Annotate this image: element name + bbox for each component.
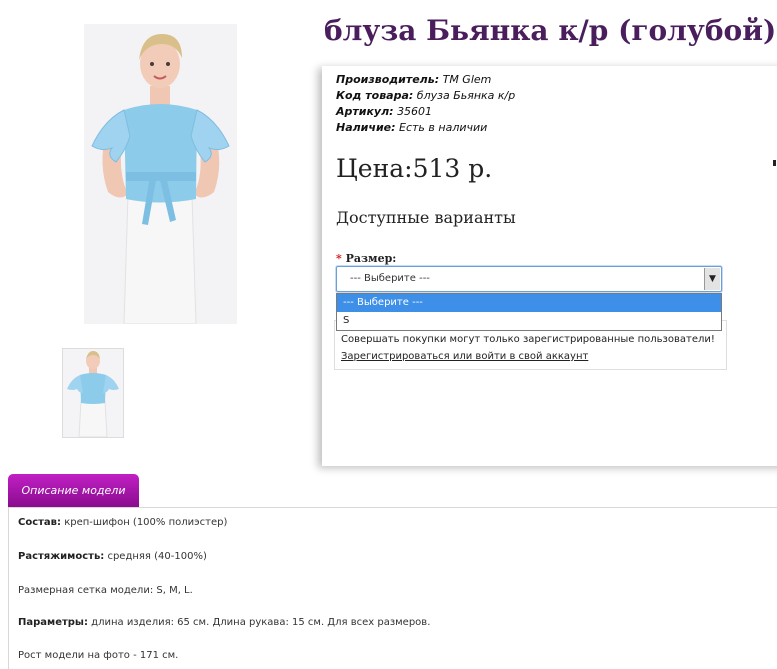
size-select-value: --- Выберите --- (350, 273, 430, 284)
required-mark: * (336, 252, 342, 265)
description-parameters: Параметры: длина изделия: 65 см. Длина р… (18, 617, 431, 628)
description-composition: Состав: креп-шифон (100% полиэстер) (18, 517, 228, 528)
chevron-down-icon[interactable]: ▼ (704, 268, 720, 290)
size-option-s[interactable]: S (337, 312, 721, 330)
description-stretch: Растяжимость: средняя (40-100%) (18, 551, 207, 562)
description-model-height: Рост модели на фото - 171 см. (18, 650, 179, 661)
description-panel: Состав: креп-шифон (100% полиэстер) Раст… (8, 507, 777, 669)
product-main-image[interactable] (84, 24, 237, 324)
edge-marker (773, 160, 776, 166)
meta-article: Артикул: 35601 (336, 105, 433, 118)
product-price: Цена:513 р. (336, 154, 493, 183)
product-thumbnail[interactable] (62, 348, 124, 438)
size-label: * Размер: (336, 252, 397, 265)
register-login-link[interactable]: Зарегистрироваться или войти в свой акка… (341, 351, 588, 362)
meta-availability: Наличие: Есть в наличии (336, 121, 488, 134)
size-option-placeholder[interactable]: --- Выберите --- (337, 294, 721, 312)
tab-description[interactable]: Описание модели (8, 474, 139, 507)
meta-product-code: Код товара: блуза Бьянка к/р (336, 89, 516, 102)
description-size-grid: Размерная сетка модели: S, M, L. (18, 585, 193, 596)
product-title: блуза Бьянка к/р (голубой) (324, 14, 777, 47)
size-dropdown-list: --- Выберите --- S (336, 293, 722, 331)
thumbnail-photo (63, 349, 123, 437)
product-meta: Производитель: TM Glem Код товара: блуза… (336, 72, 515, 136)
product-info-panel: Производитель: TM Glem Код товара: блуза… (322, 66, 777, 466)
model-photo (84, 24, 237, 324)
size-select[interactable]: --- Выберите --- ▼ (336, 266, 722, 292)
login-notice-text: Совершать покупки могут только зарегистр… (341, 334, 715, 345)
meta-manufacturer: Производитель: TM Glem (336, 73, 492, 86)
variants-heading: Доступные варианты (336, 208, 516, 227)
